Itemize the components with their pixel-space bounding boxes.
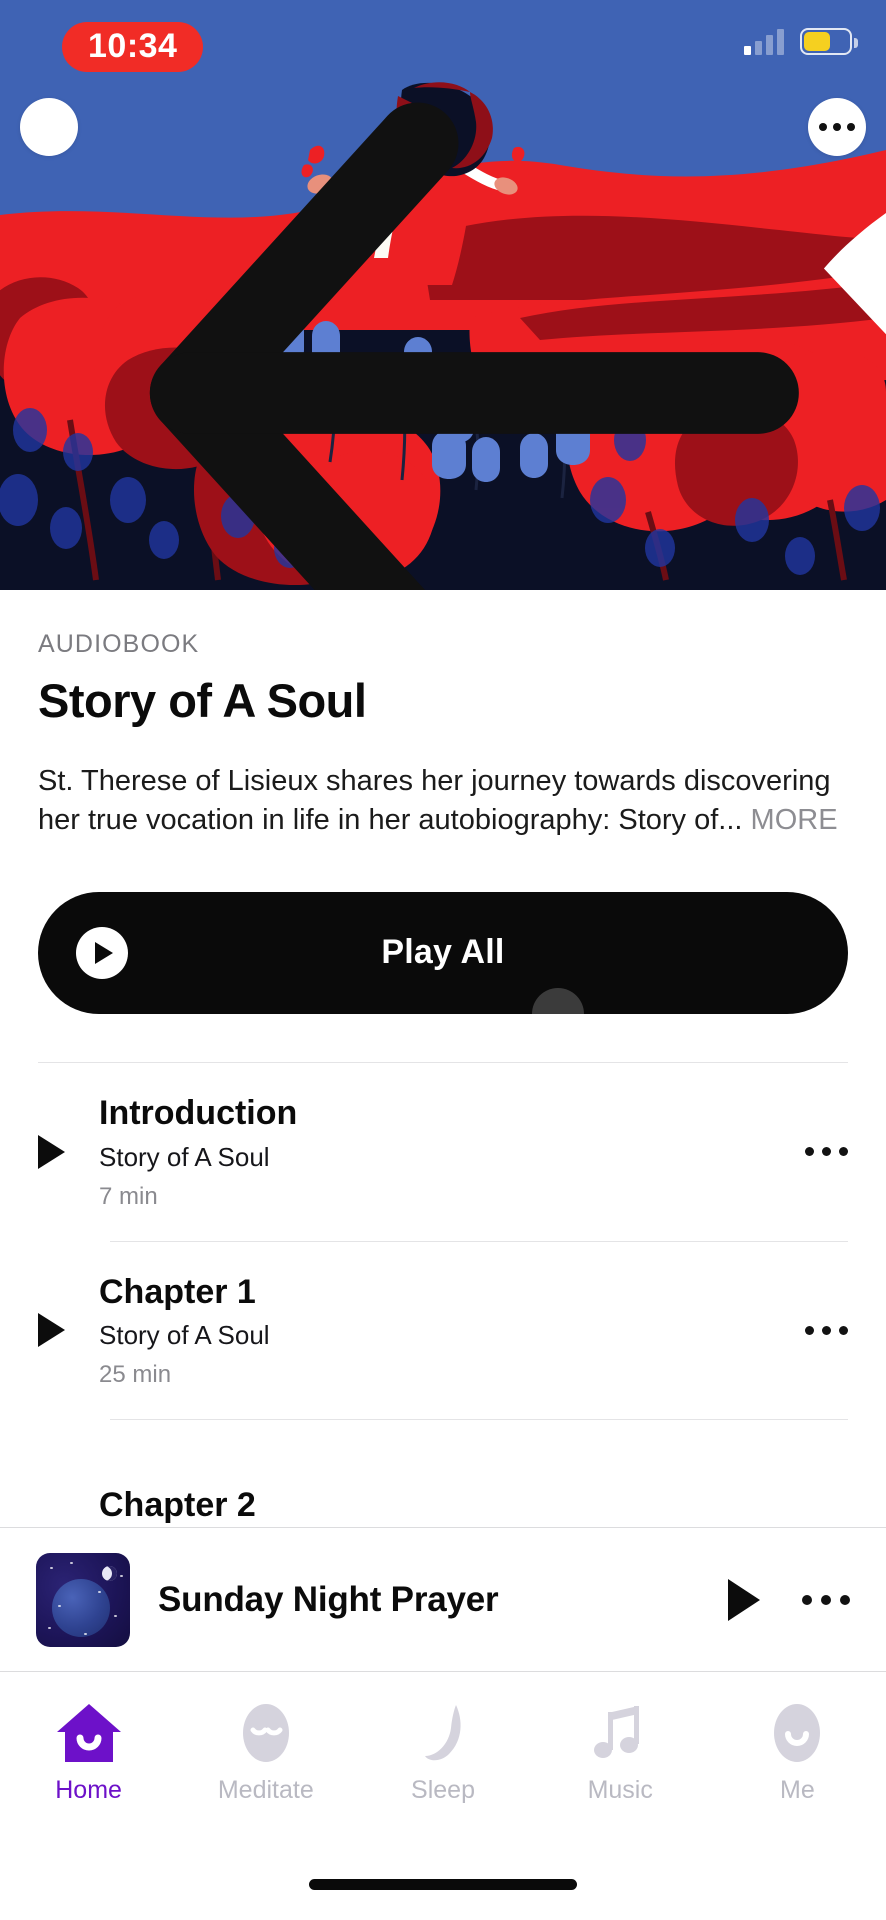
bottom-tab-bar: Home Meditate Sleep Music Me — [0, 1671, 886, 1920]
table-row[interactable]: Chapter 1 Story of A Soul 25 min — [0, 1242, 886, 1420]
hero-artwork: 10:34 — [0, 0, 886, 590]
more-options-icon[interactable] — [787, 1325, 848, 1335]
moon-icon — [407, 1696, 479, 1770]
mini-player-title: Sunday Night Prayer — [158, 1579, 499, 1619]
chapter-list: Introduction Story of A Soul 7 min Chapt… — [0, 1061, 886, 1591]
chapter-text-group: Introduction Story of A Soul 7 min — [99, 1093, 787, 1211]
back-button[interactable] — [20, 98, 799, 590]
play-icon[interactable] — [38, 1313, 65, 1348]
description-body: St. Therese of Lisieux shares her journe… — [38, 765, 831, 836]
chapter-title: Chapter 2 — [99, 1485, 256, 1524]
tab-home[interactable]: Home — [0, 1696, 177, 1805]
more-link[interactable]: MORE — [751, 804, 838, 836]
chapter-duration: 7 min — [99, 1182, 158, 1210]
status-indicators — [744, 28, 886, 335]
play-icon[interactable] — [38, 1134, 65, 1169]
status-time: 10:34 — [62, 22, 204, 72]
tab-label: Meditate — [217, 1776, 314, 1804]
chapter-title: Chapter 1 — [99, 1272, 256, 1311]
content-type-label: AUDIOBOOK — [38, 630, 200, 658]
tab-music[interactable]: Music — [532, 1696, 709, 1805]
more-options-icon[interactable] — [802, 1594, 856, 1605]
tap-ripple-indicator — [532, 987, 584, 1014]
app-screen: 10:34 AUDIOBOOK Story of A Soul St. Ther… — [0, 0, 886, 1920]
chapter-subtitle: Story of A Soul — [99, 1141, 270, 1172]
profile-face-icon — [761, 1696, 833, 1770]
play-icon — [76, 926, 128, 979]
home-indicator — [309, 1879, 577, 1890]
wifi-icon — [823, 213, 886, 335]
tab-label: Home — [55, 1776, 122, 1804]
chapter-text-group: Chapter 2 — [99, 1485, 848, 1526]
meditate-face-icon — [230, 1696, 302, 1770]
play-all-label: Play All — [381, 933, 505, 972]
chapter-text-group: Chapter 1 Story of A Soul 25 min — [99, 1272, 787, 1390]
tab-label: Sleep — [411, 1776, 475, 1804]
description-text: St. Therese of Lisieux shares her journe… — [38, 762, 848, 840]
chapter-subtitle: Story of A Soul — [99, 1320, 270, 1351]
tab-sleep[interactable]: Sleep — [354, 1696, 531, 1805]
table-row[interactable]: Introduction Story of A Soul 7 min — [0, 1063, 886, 1241]
moon-icon — [102, 1565, 117, 1581]
page-title: Story of A Soul — [38, 674, 367, 727]
music-note-icon — [584, 1696, 656, 1770]
play-all-button[interactable]: Play All — [38, 891, 848, 1014]
tab-me[interactable]: Me — [709, 1696, 886, 1805]
home-icon — [53, 1696, 125, 1770]
chapter-duration: 25 min — [99, 1361, 172, 1389]
status-bar: 10:34 — [0, 0, 886, 335]
more-options-icon[interactable] — [787, 1147, 848, 1157]
tab-label: Me — [780, 1776, 815, 1804]
battery-icon — [800, 28, 858, 55]
night-sky-planet-thumbnail[interactable] — [36, 1552, 130, 1647]
play-icon[interactable] — [728, 1578, 760, 1621]
detail-content: AUDIOBOOK Story of A Soul St. Therese of… — [0, 590, 886, 1590]
mini-player[interactable]: Sunday Night Prayer — [0, 1527, 886, 1671]
planet-icon — [52, 1578, 110, 1637]
chapter-title: Introduction — [99, 1093, 298, 1132]
tab-label: Music — [587, 1776, 653, 1804]
tab-meditate[interactable]: Meditate — [177, 1696, 354, 1805]
